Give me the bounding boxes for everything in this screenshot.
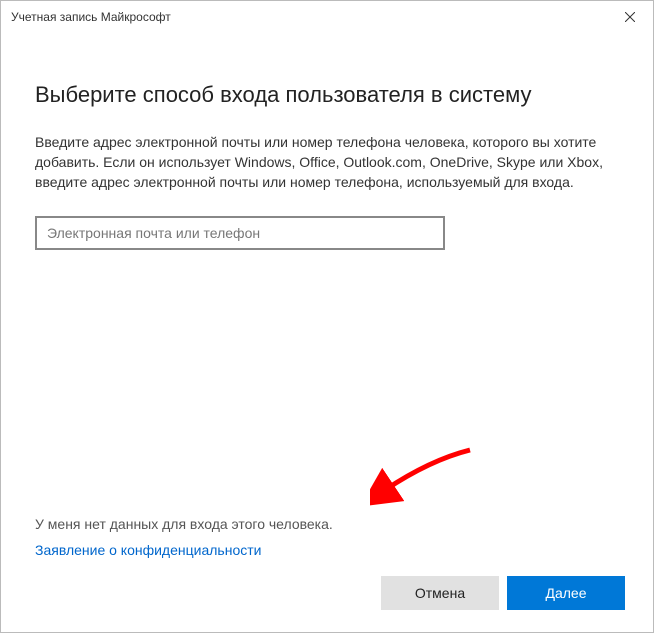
description-text: Введите адрес электронной почты или номе…	[35, 132, 619, 193]
button-bar: Отмена Далее	[1, 576, 653, 632]
next-button[interactable]: Далее	[507, 576, 625, 610]
content-area: Выберите способ входа пользователя в сис…	[1, 33, 653, 576]
email-phone-input[interactable]	[35, 216, 445, 250]
no-login-info-link[interactable]: У меня нет данных для входа этого челове…	[35, 516, 619, 532]
page-heading: Выберите способ входа пользователя в сис…	[35, 81, 619, 110]
close-button[interactable]	[607, 1, 653, 33]
dialog-window: Учетная запись Майкрософт Выберите спосо…	[0, 0, 654, 633]
close-icon	[625, 12, 635, 22]
window-title: Учетная запись Майкрософт	[11, 1, 171, 33]
cancel-button[interactable]: Отмена	[381, 576, 499, 610]
privacy-statement-link[interactable]: Заявление о конфиденциальности	[35, 542, 619, 558]
titlebar: Учетная запись Майкрософт	[1, 1, 653, 33]
spacer	[35, 250, 619, 516]
bottom-links: У меня нет данных для входа этого челове…	[35, 516, 619, 558]
